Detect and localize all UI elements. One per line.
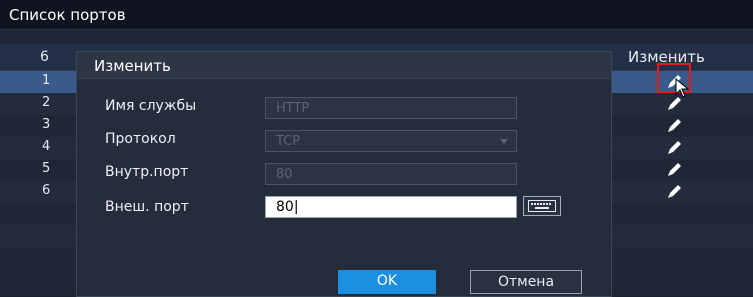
external-port-input[interactable]: 80| <box>265 196 517 218</box>
dialog-title: Изменить <box>94 57 171 75</box>
service-name-value: HTTP <box>276 101 310 116</box>
mouse-cursor-icon <box>675 77 691 98</box>
internal-port-field: 80 <box>265 163 517 185</box>
cancel-button[interactable]: Отмена <box>470 270 582 294</box>
row-number: 5 <box>42 161 51 176</box>
window-titlebar: Список портов <box>0 0 753 30</box>
protocol-select: TCP <box>265 130 517 152</box>
row-number: 4 <box>42 139 51 154</box>
external-port-value: 80| <box>276 199 299 215</box>
external-port-label: Внеш. порт <box>105 199 189 215</box>
row-number: 2 <box>42 95 51 110</box>
internal-port-value: 80 <box>276 167 293 182</box>
keyboard-icon <box>528 200 556 212</box>
virtual-keyboard-button[interactable] <box>523 196 561 216</box>
service-name-label: Имя службы <box>105 98 197 114</box>
window-title: Список портов <box>9 6 126 24</box>
ok-button[interactable]: OK <box>338 270 436 294</box>
protocol-value: TCP <box>276 134 301 149</box>
edit-port-dialog: Изменить Имя службы HTTP Протокол TCP Вн… <box>76 51 612 297</box>
dialog-titlebar: Изменить <box>77 52 611 79</box>
edit-pencil-icon[interactable] <box>664 160 684 180</box>
port-count: 6 <box>40 49 49 65</box>
chevron-down-icon <box>500 139 508 144</box>
row-number: 1 <box>42 73 51 88</box>
edit-pencil-icon[interactable] <box>664 182 684 202</box>
edit-pencil-icon[interactable] <box>664 116 684 136</box>
protocol-label: Протокол <box>105 131 176 147</box>
row-number: 3 <box>42 117 51 132</box>
service-name-field: HTTP <box>265 97 517 119</box>
row-number: 6 <box>42 183 51 198</box>
internal-port-label: Внутр.порт <box>105 164 189 180</box>
edit-pencil-icon[interactable] <box>664 138 684 158</box>
